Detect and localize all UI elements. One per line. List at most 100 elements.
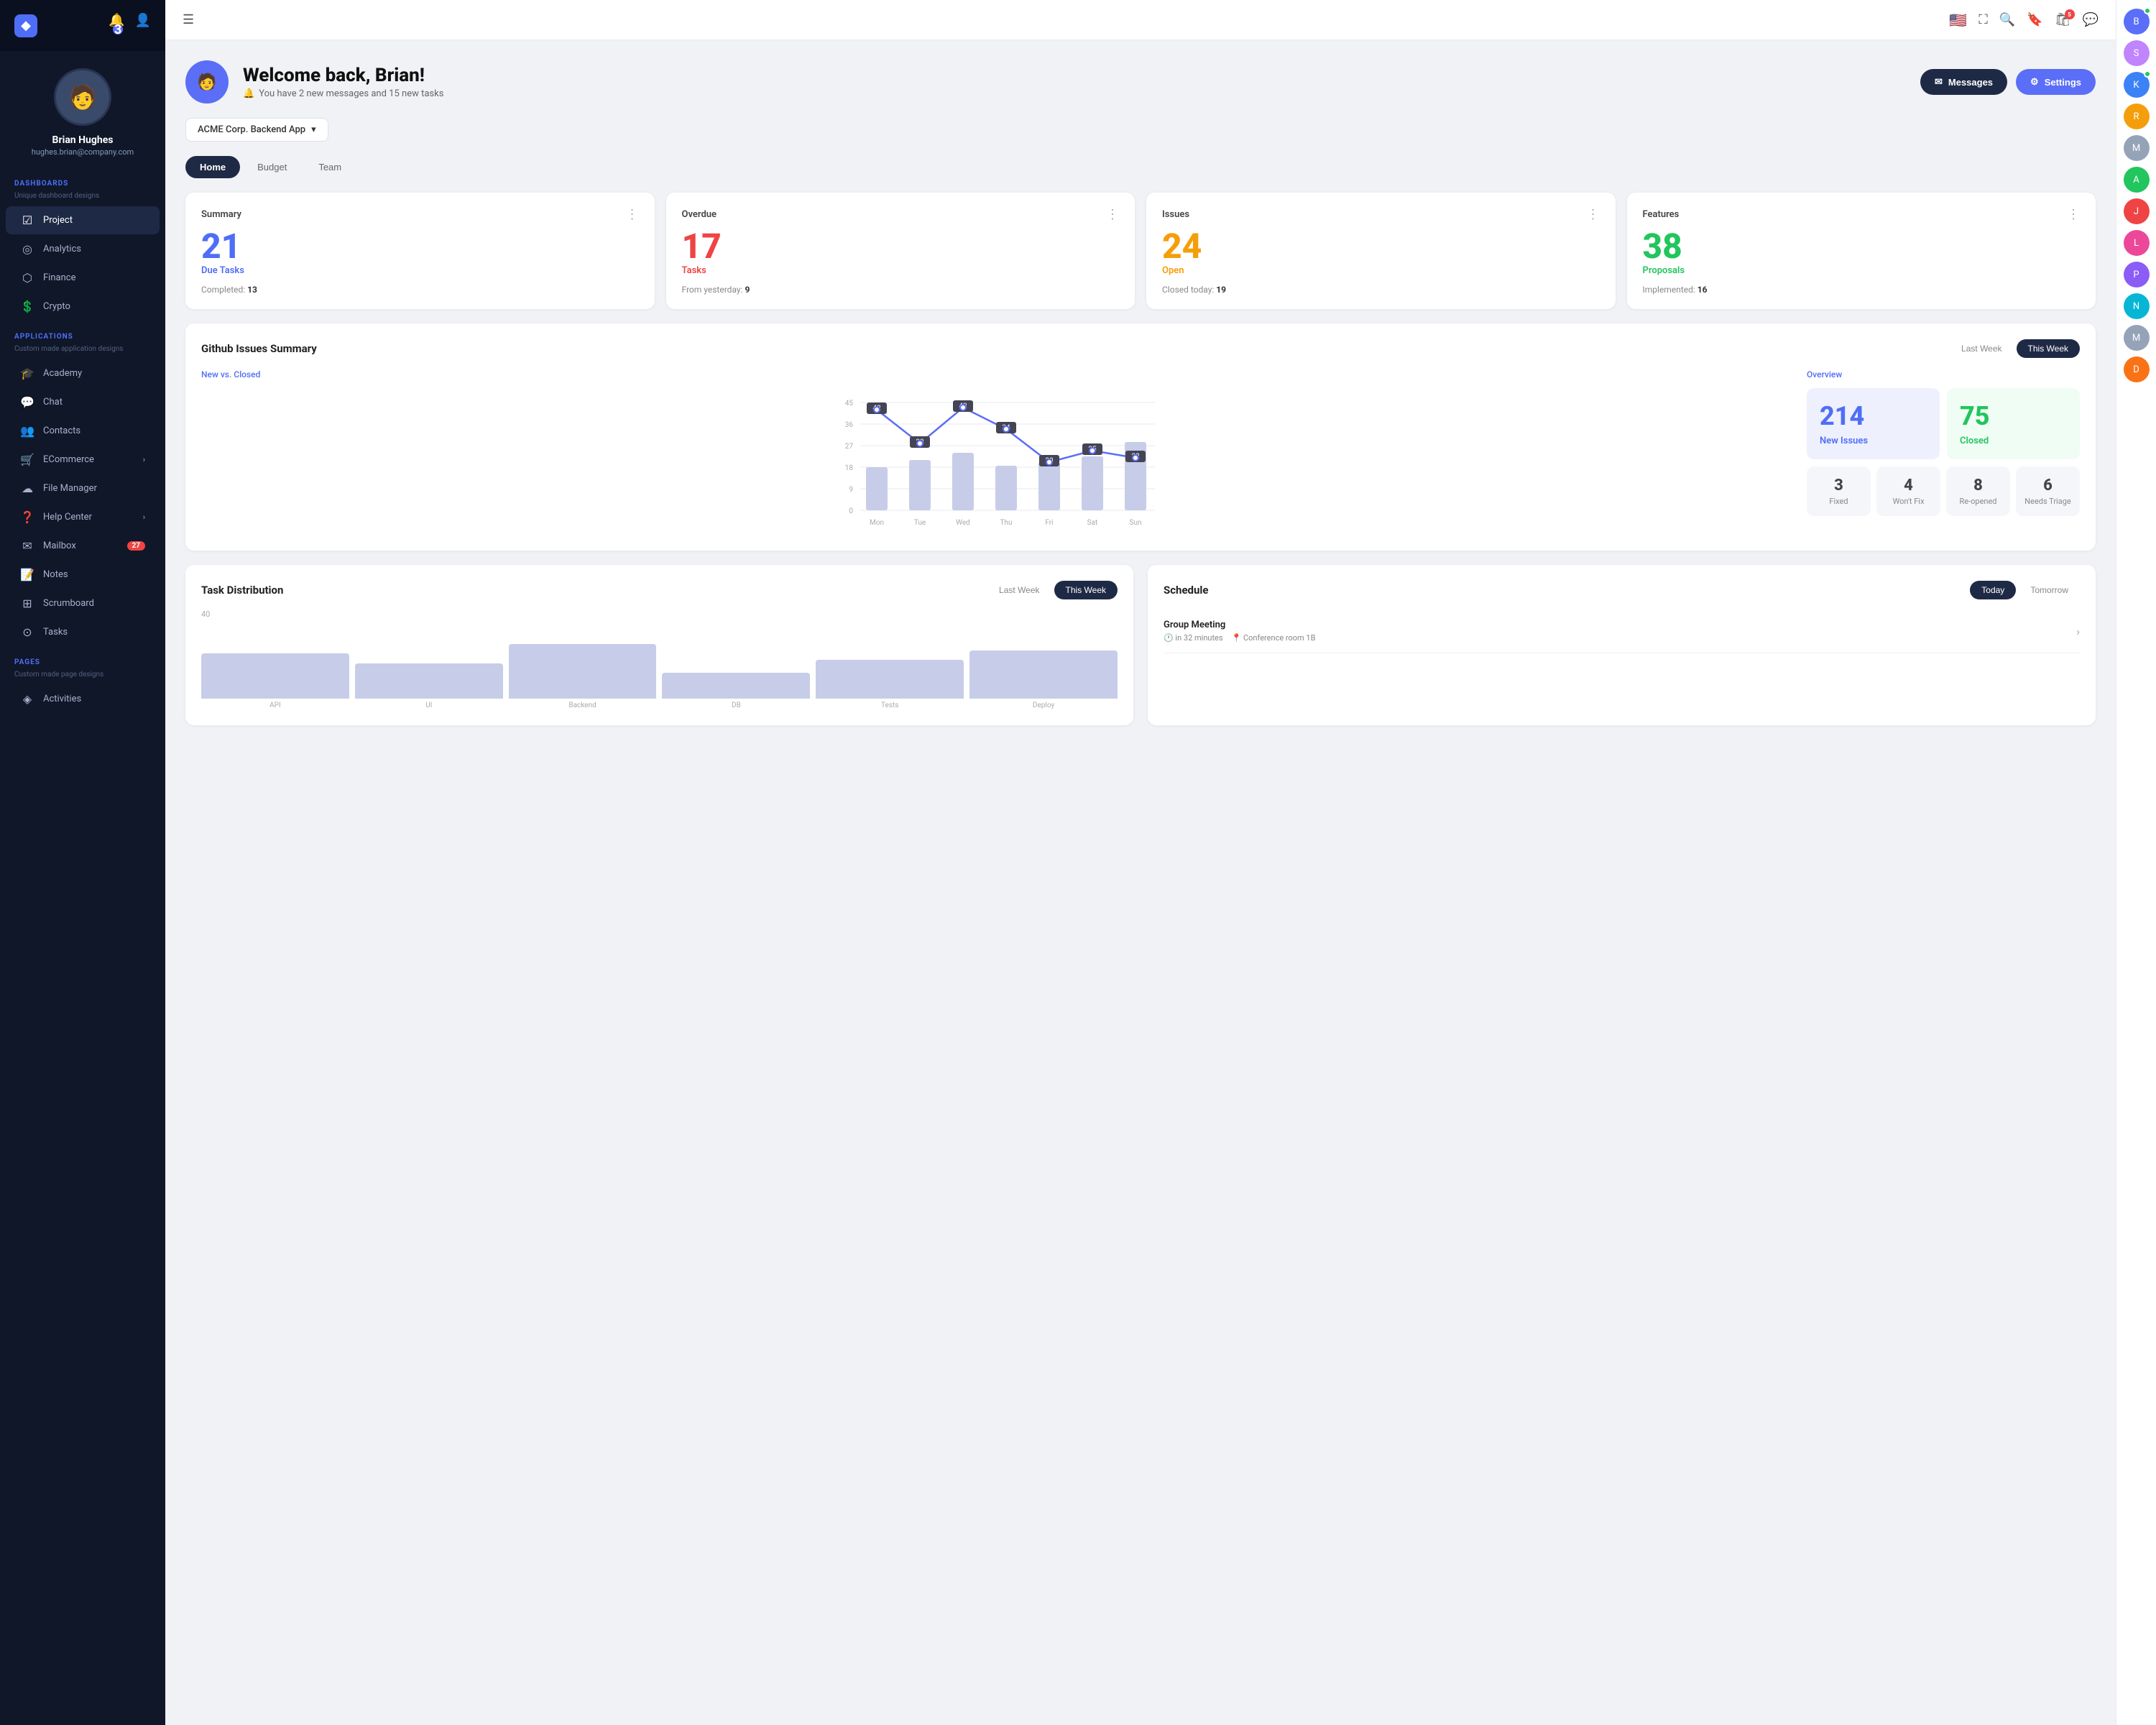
overview-area: Overview 214 New Issues 75 Closed 3 Fixe… [1807,369,2080,535]
schedule-items: Group Meeting 🕐 in 32 minutes 📍 Conferen… [1164,610,2080,653]
task-last-week-toggle[interactable]: Last Week [987,581,1051,599]
new-issues-card: 214 New Issues [1807,388,1940,459]
sidebar-icon-project: ☑ [20,213,34,227]
rp-avatar-4[interactable]: M [2124,135,2150,161]
svg-text:45: 45 [845,400,854,408]
flag-icon[interactable]: 🇺🇸 [1949,12,1967,29]
welcome-subtitle-text: You have 2 new messages and 15 new tasks [259,88,443,99]
stat-footer-0: Completed: 13 [201,285,639,295]
chart-subtitle: New vs. Closed [201,369,1792,380]
messages-button[interactable]: ✉ Messages [1920,69,2007,95]
sidebar-item-analytics[interactable]: ◎ Analytics [6,235,160,263]
svg-text:Mon: Mon [870,519,884,527]
rp-badge-2 [2144,70,2151,78]
sidebar-item-scrumboard[interactable]: ⊞ Scrumboard [6,589,160,617]
rp-avatar-10[interactable]: M [2124,325,2150,351]
sidebar-item-project[interactable]: ☑ Project [6,206,160,234]
github-issues-toggle: Last Week This Week [1950,339,2080,358]
messages-topnav-icon[interactable]: 🛍5 [2055,12,2071,27]
sidebar-item-chat[interactable]: 💬 Chat [6,388,160,416]
tabs: HomeBudgetTeam [185,156,2096,178]
notification-icon[interactable]: 🔔3 [109,13,124,38]
sidebar-item-contacts[interactable]: 👥 Contacts [6,417,160,445]
expand-icon[interactable]: ⛶ [1978,12,1988,27]
tomorrow-toggle[interactable]: Tomorrow [2019,581,2080,599]
schedule-chevron-0[interactable]: › [2076,625,2080,638]
stat-footer-1: From yesterday: 9 [682,285,1120,295]
sidebar-item-tasks[interactable]: ⊙ Tasks [6,618,160,646]
stat-card-header-2: Issues ⋮ [1162,207,1600,222]
tab-home[interactable]: Home [185,156,240,178]
sidebar-item-finance[interactable]: ⬡ Finance [6,264,160,292]
tab-budget[interactable]: Budget [243,156,301,178]
search-icon[interactable]: 🔍 [1999,12,2015,27]
sidebar-item-academy[interactable]: 🎓 Academy [6,359,160,387]
schedule-header: Schedule Today Tomorrow [1164,581,2080,599]
rp-avatar-0[interactable]: B [2124,9,2150,34]
last-week-toggle[interactable]: Last Week [1950,339,2013,358]
rp-avatar-1[interactable]: S [2124,40,2150,66]
stat-card-3: Features ⋮ 38 Proposals Implemented: 16 [1627,193,2096,309]
sidebar-icon-chat: 💬 [20,395,34,409]
rp-avatar-8[interactable]: P [2124,262,2150,288]
sidebar-label-notes: Notes [43,569,68,580]
stat-label-0: Due Tasks [201,265,639,276]
welcome-actions: ✉ Messages ⚙ Settings [1920,69,2096,95]
task-max-label: 40 [201,610,1118,619]
bookmark-icon[interactable]: 🔖 [2027,12,2042,27]
welcome-greeting: Welcome back, Brian! [243,65,443,86]
bar-col-1: UI [355,663,503,710]
stat-card-title-2: Issues [1162,209,1189,220]
sidebar-item-helpcenter[interactable]: ❓ Help Center › [6,503,160,531]
svg-text:27: 27 [845,443,854,451]
rp-avatar-5[interactable]: A [2124,167,2150,193]
rp-avatar-2[interactable]: K [2124,72,2150,98]
chat-icon[interactable]: 💬 [2083,12,2099,27]
user-circle-icon[interactable]: 👤 [135,13,151,38]
rp-avatar-11[interactable]: D [2124,356,2150,382]
stat-dots-1[interactable]: ⋮ [1106,207,1119,222]
rp-avatar-9[interactable]: N [2124,293,2150,319]
task-distribution-header: Task Distribution Last Week This Week [201,581,1118,599]
ov-small-number-3: 6 [2023,477,2073,494]
github-issues-header: Github Issues Summary Last Week This Wee… [201,339,2080,358]
sidebar-item-ecommerce[interactable]: 🛒 ECommerce › [6,446,160,474]
stat-dots-2[interactable]: ⋮ [1587,207,1600,222]
stat-dots-3[interactable]: ⋮ [2067,207,2080,222]
today-toggle[interactable]: Today [1970,581,2016,599]
sidebar-item-filemanager[interactable]: ☁ File Manager [6,474,160,502]
overview-small-card-1: 4 Won't Fix [1876,466,1940,516]
sidebar-logo[interactable]: ◆ [14,14,37,37]
sidebar-icon-mailbox: ✉ [20,539,34,553]
sidebar-item-crypto[interactable]: 💲 Crypto [6,293,160,321]
bar-chart: APIUIBackendDBTestsDeploy [201,623,1118,709]
rp-avatar-3[interactable]: R [2124,104,2150,129]
sidebar-item-notes[interactable]: 📝 Notes [6,561,160,589]
sidebar-item-activities[interactable]: ◈ Activities [6,685,160,713]
tab-team[interactable]: Team [304,156,356,178]
ov-small-number-2: 8 [1953,477,2003,494]
svg-text:Thu: Thu [1000,519,1013,527]
menu-icon[interactable]: ☰ [183,12,194,27]
sidebar-icon-helpcenter: ❓ [20,510,34,524]
svg-text:Tue: Tue [914,519,926,527]
project-selector[interactable]: ACME Corp. Backend App ▾ [185,118,328,142]
github-content: New vs. Closed 45 36 27 18 [201,369,2080,535]
new-issues-label: New Issues [1820,436,1927,446]
sidebar-item-mailbox[interactable]: ✉ Mailbox 27 [6,532,160,560]
rp-avatar-7[interactable]: L [2124,230,2150,256]
closed-issues-card: 75 Closed [1947,388,2080,459]
sidebar-icon-finance: ⬡ [20,271,34,285]
welcome-header: 🧑 Welcome back, Brian! 🔔 You have 2 new … [185,60,2096,104]
task-this-week-toggle[interactable]: This Week [1054,581,1118,599]
bar-1 [355,663,503,699]
this-week-toggle[interactable]: This Week [2017,339,2080,358]
overview-small-card-0: 3 Fixed [1807,466,1871,516]
bar-4 [816,660,964,699]
svg-text:Wed: Wed [956,519,970,527]
bar-5 [969,650,1118,699]
nav-section-sublabel: Unique dashboard designs [0,192,165,206]
stat-dots-0[interactable]: ⋮ [626,207,639,222]
settings-button[interactable]: ⚙ Settings [2016,69,2096,95]
rp-avatar-6[interactable]: J [2124,198,2150,224]
